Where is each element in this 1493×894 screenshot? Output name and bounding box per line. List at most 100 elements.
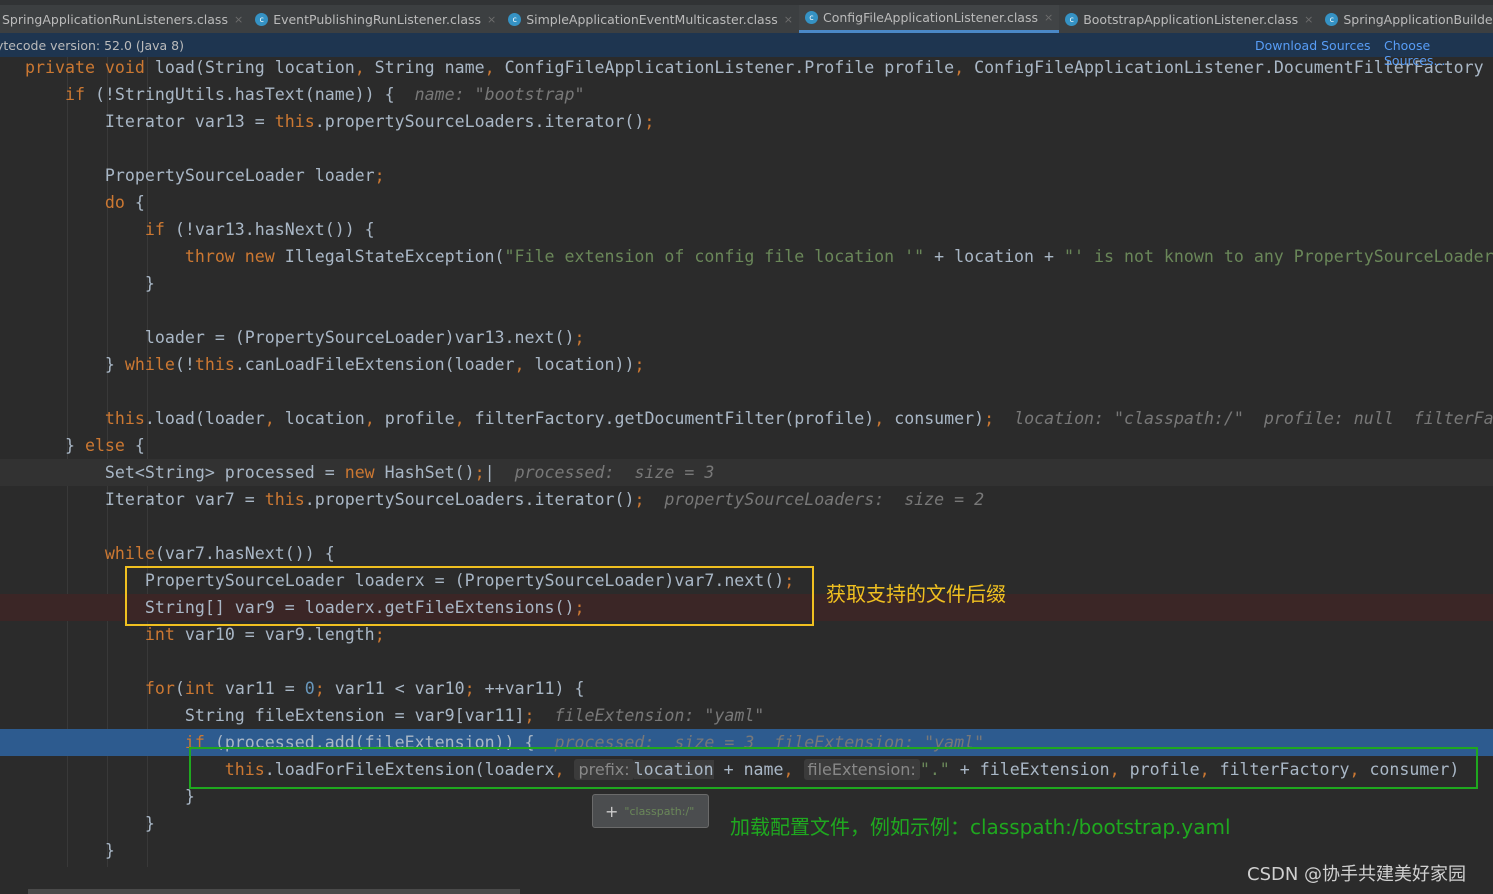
code-token: load(String location <box>154 58 355 77</box>
code-line[interactable]: throw new IllegalStateException("File ex… <box>0 243 1493 270</box>
code-line[interactable]: do { <box>0 189 1493 216</box>
code-line[interactable]: String fileExtension = var9[var11]; file… <box>0 702 1493 729</box>
code-token: (var7.hasNext()) { <box>154 544 335 563</box>
code-token: + location + <box>924 247 1065 266</box>
code-token: ; <box>634 490 665 509</box>
class-file-icon: c <box>804 11 818 24</box>
code-token: String name <box>374 58 485 77</box>
expand-plus-icon[interactable]: + <box>605 802 618 821</box>
code-token: ; <box>644 112 655 131</box>
code-token: location <box>284 409 365 428</box>
close-icon[interactable]: × <box>1044 11 1053 24</box>
code-token: this <box>194 355 235 374</box>
code-token: var11 = <box>224 679 305 698</box>
code-token: consumer) <box>894 409 985 428</box>
tab-label: SpringApplicationRunListeners.class <box>2 11 228 27</box>
horizontal-scrollbar[interactable] <box>28 889 520 894</box>
close-icon[interactable]: × <box>1304 13 1313 26</box>
close-icon[interactable]: × <box>784 13 793 26</box>
code-line[interactable]: PropertySourceLoader loader; <box>0 162 1493 189</box>
code-line[interactable]: } else { <box>0 432 1493 459</box>
code-line[interactable]: Set<String> processed = new HashSet();| … <box>0 459 1493 486</box>
code-token: ; <box>984 409 1015 428</box>
tab-label: BootstrapApplicationListener.class <box>1083 11 1299 27</box>
code-line[interactable]: this.load(loader, location, profile, fil… <box>0 405 1493 432</box>
green-annotation: 加载配置文件，例如示例：classpath:/bootstrap.yaml <box>730 815 1231 839</box>
code-token: new <box>344 463 385 482</box>
code-line[interactable] <box>0 513 1493 540</box>
code-token: } <box>25 841 115 860</box>
code-token: } <box>25 787 195 806</box>
decompiled-info-bar: ytecode version: 52.0 (Java 8) Download … <box>0 33 1493 68</box>
code-token: this <box>264 490 305 509</box>
code-line[interactable]: while(var7.hasNext()) { <box>0 540 1493 567</box>
code-line[interactable] <box>0 297 1493 324</box>
code-line[interactable]: for(int var11 = 0; var11 < var10; ++var1… <box>0 675 1493 702</box>
code-token: { <box>134 193 145 212</box>
code-token: this <box>25 409 145 428</box>
inline-debug-hint: name: "bootstrap" <box>414 85 585 104</box>
code-token: profile <box>384 409 455 428</box>
code-token: int <box>25 625 185 644</box>
code-token: for <box>25 679 175 698</box>
code-token: ( <box>174 679 185 698</box>
code-token: (! <box>174 355 195 374</box>
inline-debug-hint: propertySourceLoaders: size = 2 <box>664 490 985 509</box>
close-icon[interactable]: × <box>234 13 243 26</box>
code-token: if <box>25 733 215 752</box>
tab-5[interactable]: cSpringApplicationBuilder.class× <box>1319 5 1493 33</box>
code-token: ; <box>634 355 645 374</box>
code-token: , <box>874 409 895 428</box>
code-token: ; <box>374 625 385 644</box>
code-line[interactable] <box>0 648 1493 675</box>
code-token: } <box>25 436 85 455</box>
tab-label: ConfigFileApplicationListener.class <box>822 10 1038 25</box>
class-file-icon: c <box>1325 12 1339 26</box>
editor-tabs: SpringApplicationRunListeners.class × c Eve… <box>0 0 1493 33</box>
code-token: , <box>514 355 535 374</box>
code-token: ; <box>374 166 385 185</box>
choose-sources-link[interactable]: Choose Sources... <box>1384 38 1493 68</box>
code-line[interactable]: } <box>0 270 1493 297</box>
download-sources-link[interactable]: Download Sources <box>1255 38 1371 53</box>
code-line[interactable]: if (!var13.hasNext()) { <box>0 216 1493 243</box>
code-token: location)) <box>534 355 635 374</box>
code-line[interactable]: } while(!this.canLoadFileExtension(loade… <box>0 351 1493 378</box>
code-token: var11 < var10 <box>334 679 465 698</box>
code-token: .propertySourceLoaders.iterator() <box>304 490 635 509</box>
code-token: "' is not known to any PropertySourceLoa… <box>1064 247 1493 266</box>
tab-1[interactable]: c EventPublishingRunListener.class × <box>249 5 502 33</box>
highlight-box-yellow <box>125 566 814 626</box>
code-token: int <box>184 679 225 698</box>
code-token: if <box>25 220 175 239</box>
code-line[interactable]: Iterator var7 = this.propertySourceLoade… <box>0 486 1493 513</box>
tab-4[interactable]: c BootstrapApplicationListener.class × <box>1059 5 1319 33</box>
code-editor[interactable]: private void load(String location, Strin… <box>0 54 1493 864</box>
tab-0[interactable]: SpringApplicationRunListeners.class × <box>0 5 249 33</box>
code-token: } <box>25 274 155 293</box>
tab-3[interactable]: c ConfigFileApplicationListener.class × <box>798 5 1060 33</box>
code-token: ; <box>474 463 485 482</box>
code-token: HashSet() <box>384 463 475 482</box>
code-token: 0 <box>304 679 315 698</box>
tab-2[interactable]: c SimpleApplicationEventMulticaster.class… <box>502 5 799 33</box>
code-line[interactable]: loader = (PropertySourceLoader)var13.nex… <box>0 324 1493 351</box>
code-token: ; <box>574 328 585 347</box>
value-tooltip[interactable]: + "classpath:/" <box>592 794 709 828</box>
code-token: | <box>484 463 515 482</box>
class-file-icon: c <box>255 12 269 26</box>
code-line[interactable]: Iterator var13 = this.propertySourceLoad… <box>0 108 1493 135</box>
tab-label: EventPublishingRunListener.class <box>273 11 481 27</box>
code-token: .canLoadFileExtension(loader <box>234 355 515 374</box>
code-token: if <box>25 85 95 104</box>
yellow-annotation: 获取支持的文件后缀 <box>826 582 1006 606</box>
code-line[interactable]: if (!StringUtils.hasText(name)) { name: … <box>0 81 1493 108</box>
code-token: , <box>354 58 375 77</box>
code-token: var10 = var9.length <box>184 625 375 644</box>
code-line[interactable] <box>0 135 1493 162</box>
code-line[interactable]: private void load(String location, Strin… <box>0 54 1493 81</box>
code-token: .propertySourceLoaders.iterator() <box>314 112 645 131</box>
close-icon[interactable]: × <box>487 13 496 26</box>
code-token: , <box>364 409 385 428</box>
code-line[interactable] <box>0 378 1493 405</box>
